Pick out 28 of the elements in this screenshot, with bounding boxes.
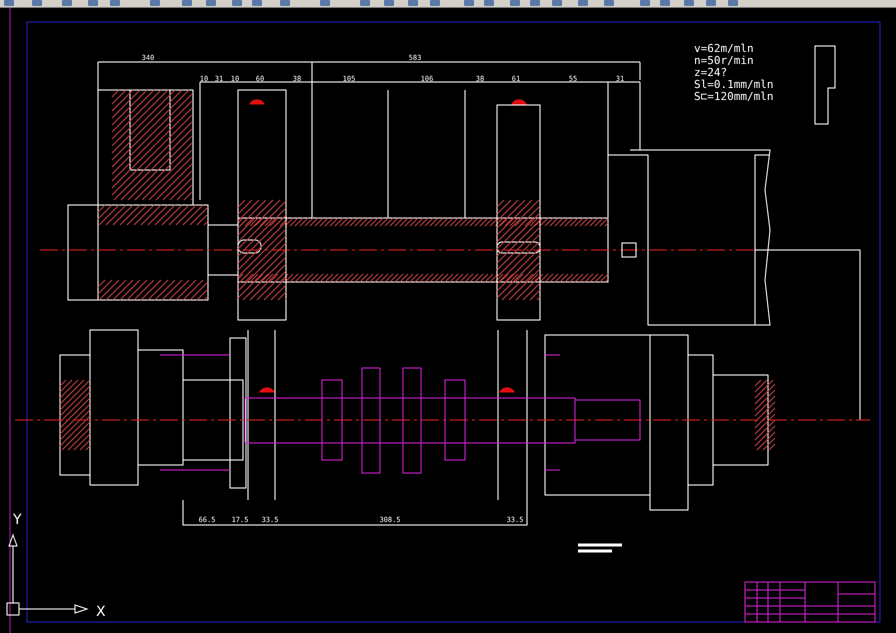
toolbar-icon[interactable] xyxy=(684,0,694,6)
parameter-text: z=24? xyxy=(694,66,728,79)
toolbar-icon[interactable] xyxy=(578,0,588,6)
toolbar-icon[interactable] xyxy=(62,0,72,6)
toolbar-icon[interactable] xyxy=(360,0,370,6)
toolbar-icon[interactable] xyxy=(320,0,330,6)
toolbar-icon[interactable] xyxy=(280,0,290,6)
parameter-text: S⊏=120mm/mln xyxy=(694,90,774,103)
toolbar-icon[interactable] xyxy=(88,0,98,6)
toolbar-icon[interactable] xyxy=(706,0,716,6)
toolbar-icon[interactable] xyxy=(150,0,160,6)
toolbar-icon[interactable] xyxy=(110,0,120,6)
toolbar-icon[interactable] xyxy=(552,0,562,6)
axis-label: Y xyxy=(13,512,22,528)
toolbar-icon[interactable] xyxy=(604,0,614,6)
toolbar-icon[interactable] xyxy=(384,0,394,6)
toolbar-icon[interactable] xyxy=(408,0,418,6)
toolbar-icon[interactable] xyxy=(728,0,738,6)
toolbar-icon[interactable] xyxy=(430,0,440,6)
parameter-text: Sl=0.1mm/mln xyxy=(694,78,774,91)
ucs-icon xyxy=(6,534,89,616)
parameter-text: n=50r/min xyxy=(694,54,754,67)
toolbar-icon[interactable] xyxy=(206,0,216,6)
axis-label: X xyxy=(96,604,106,620)
toolbar-icon[interactable] xyxy=(4,0,14,6)
toolbar-icon[interactable] xyxy=(32,0,42,6)
toolbar-icon[interactable] xyxy=(182,0,192,6)
parameter-text: v=62m/mln xyxy=(694,42,754,55)
